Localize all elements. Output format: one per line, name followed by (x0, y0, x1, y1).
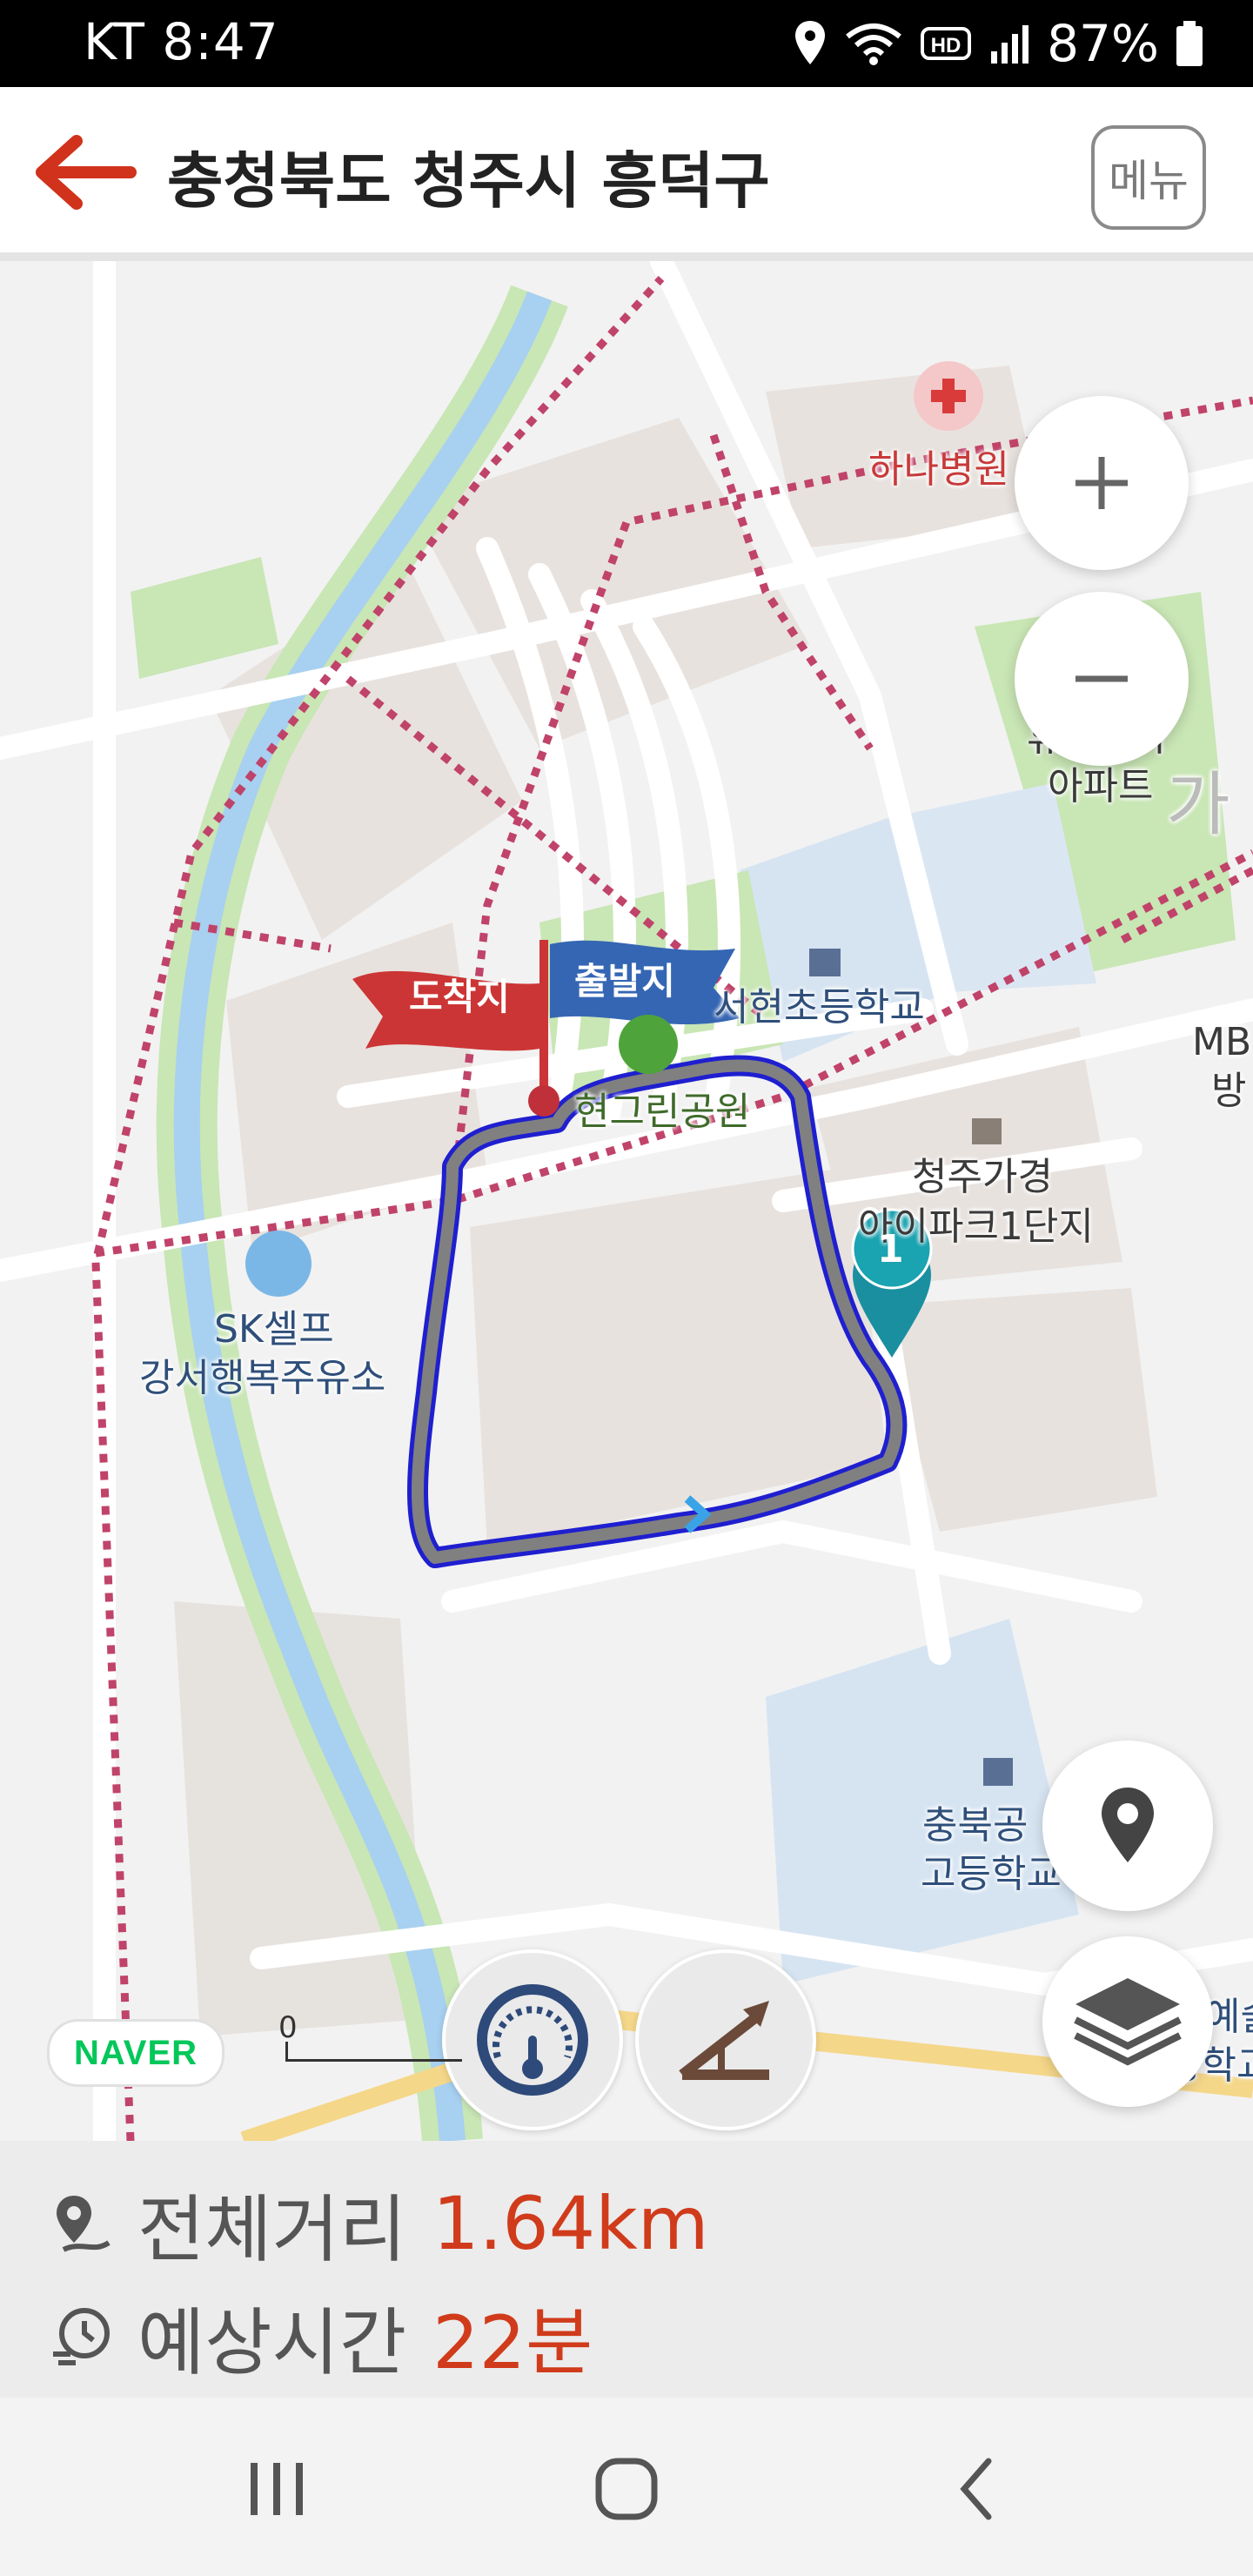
label-school2-line1[interactable]: 충북공 (922, 1801, 1028, 1850)
waypoint-number[interactable]: 1 (877, 1225, 904, 1274)
carrier-time: KT 8:47 (84, 12, 279, 71)
my-location-button[interactable] (1042, 1741, 1213, 1911)
label-apt1-line2[interactable]: 아파트 (1048, 762, 1153, 811)
map-view[interactable]: 하나병원 휴먼시아 아파트 서현초등학교 현그린공원 청주가경 아이파크1단지 … (0, 261, 1253, 2141)
time-value: 22분 (432, 2299, 593, 2385)
label-area-char: 가 (1166, 764, 1230, 845)
route-distance-icon (42, 2184, 120, 2263)
distance-label: 전체거리 (137, 2186, 407, 2272)
label-mb-line2[interactable]: 방 (1211, 1067, 1246, 1116)
signal-icon (988, 22, 1031, 65)
label-school1[interactable]: 서현초등학교 (714, 983, 925, 1032)
distance-value: 1.64km (432, 2181, 709, 2266)
minus-icon (1075, 675, 1128, 682)
system-nav-bar (0, 2398, 1253, 2576)
label-mb-line1[interactable]: MB (1192, 1018, 1251, 1067)
location-pin-icon (1102, 1788, 1154, 1862)
svg-text:HD: HD (931, 34, 962, 57)
app-bar: 충청북도 청주시 흥덕구 메뉴 (0, 87, 1253, 261)
layers-icon (1074, 1978, 1182, 2066)
label-school2-line2[interactable]: 고등학교 (921, 1850, 1062, 1899)
departure-flag-label: 출발지 (574, 960, 675, 1003)
route-summary-panel: 전체거리 1.64km 예상시간 22분 (0, 2141, 1253, 2398)
zoom-out-button[interactable] (1015, 592, 1189, 766)
chevron-left-icon (960, 2458, 992, 2520)
layers-button[interactable] (1042, 1936, 1213, 2107)
plus-icon (1075, 457, 1128, 509)
zoom-in-button[interactable] (1015, 396, 1189, 570)
back-button[interactable] (26, 129, 139, 216)
location-icon (793, 19, 828, 68)
page-title: 충청북도 청주시 흥덕구 (167, 145, 770, 217)
status-icons: HD 87% (793, 12, 1204, 75)
menu-button[interactable]: 메뉴 (1091, 125, 1206, 230)
map-scale: 0 (278, 2010, 470, 2063)
status-bar: KT 8:47 HD 87% (0, 0, 1253, 87)
scale-label: 0 (278, 2010, 298, 2045)
slope-button[interactable] (635, 1949, 816, 2130)
time-clock-icon (42, 2298, 120, 2376)
label-park[interactable]: 현그린공원 (574, 1088, 750, 1137)
time-row: 예상시간 22분 (42, 2289, 593, 2385)
recents-icon (251, 2463, 303, 2515)
wifi-icon (843, 19, 904, 68)
home-button[interactable] (574, 2450, 679, 2528)
home-icon (595, 2458, 658, 2520)
hd-icon: HD (920, 22, 972, 65)
label-hospital[interactable]: 하나병원 (868, 446, 1009, 494)
naver-logo: NAVER (47, 2019, 224, 2087)
back-nav-button[interactable] (926, 2450, 1030, 2528)
distance-row: 전체거리 1.64km (42, 2176, 709, 2272)
label-apt2-line1[interactable]: 청주가경 (912, 1153, 1053, 1202)
battery-icon (1175, 19, 1204, 68)
time-label: 예상시간 (137, 2299, 407, 2385)
arrival-flag-label: 도착지 (409, 976, 510, 1018)
scale-bar (285, 2042, 462, 2062)
speedometer-icon (477, 1984, 588, 2096)
label-gas-line1[interactable]: SK셀프 (214, 1305, 334, 1354)
recent-apps-button[interactable] (224, 2450, 329, 2528)
slope-icon (679, 2001, 769, 2080)
arrow-left-icon (36, 135, 137, 210)
label-gas-line2[interactable]: 강서행복주유소 (139, 1354, 385, 1403)
battery-text: 87% (1047, 14, 1159, 73)
